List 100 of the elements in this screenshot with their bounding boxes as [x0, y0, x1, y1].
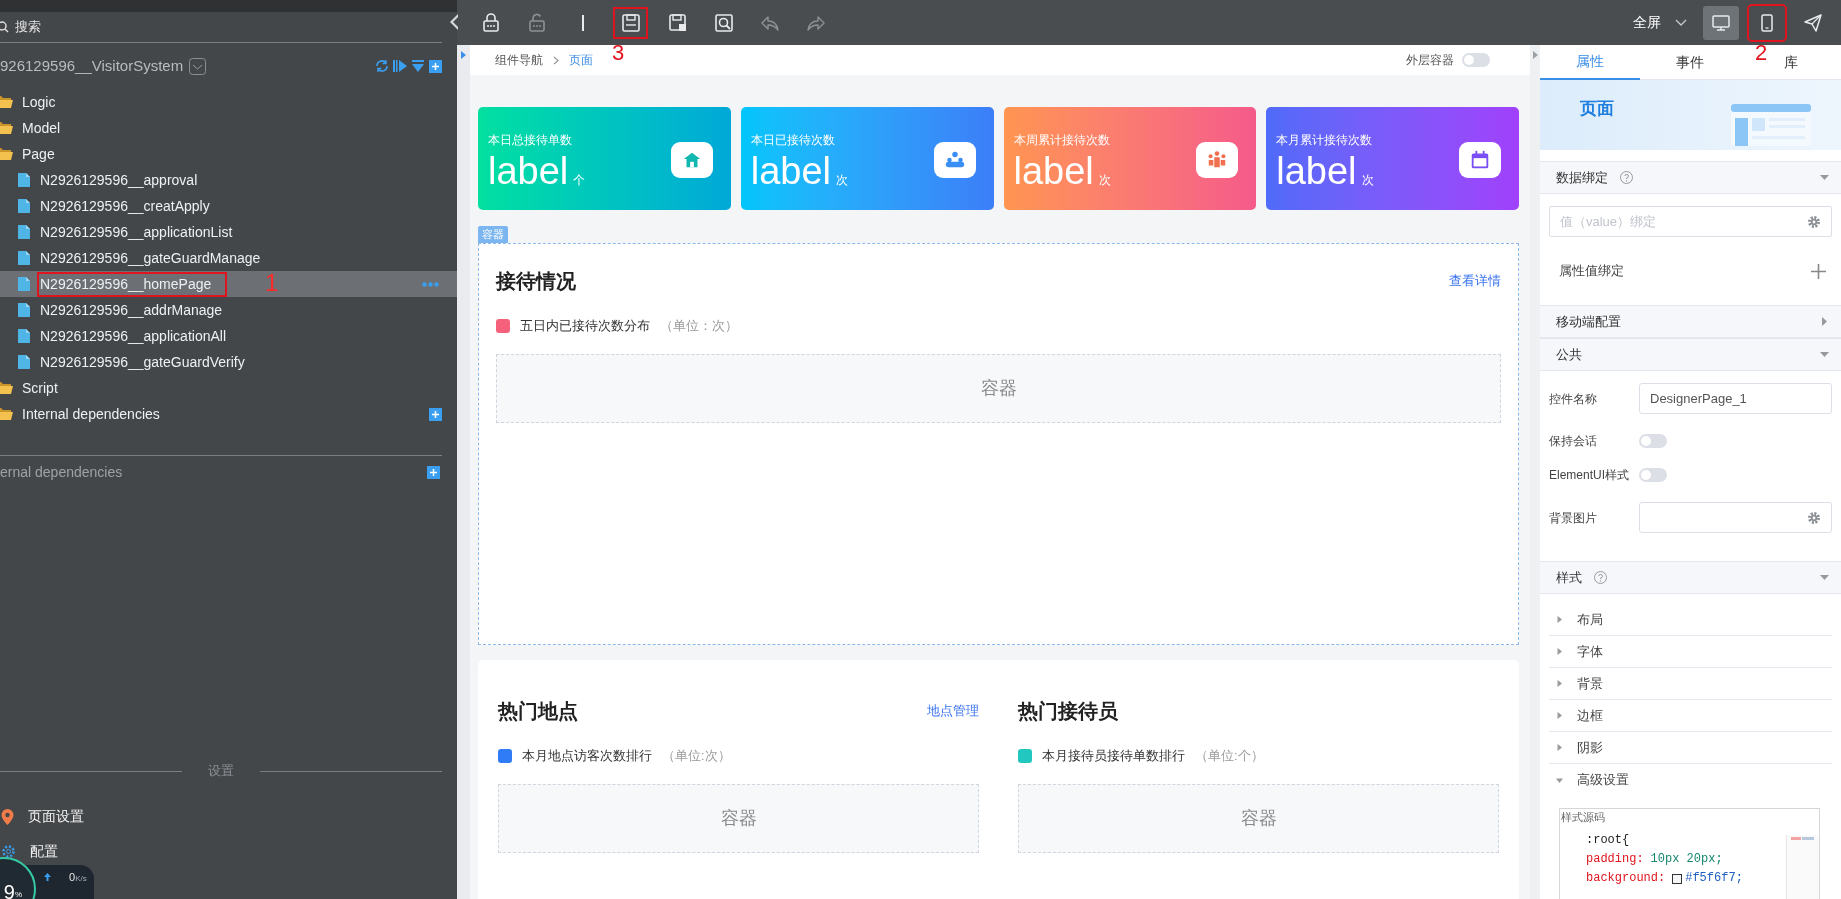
- tree-row[interactable]: N2926129596__creatApply: [0, 193, 457, 219]
- tree-item-label[interactable]: N2926129596__gateGuardVerify: [39, 351, 246, 373]
- field-label: ElementUI样式: [1549, 467, 1631, 484]
- chevron-down-icon: [1675, 19, 1687, 26]
- tree-row[interactable]: Internal dependencies: [0, 401, 457, 427]
- container-drop-zone[interactable]: 容器: [496, 353, 1501, 423]
- send-icon: [1804, 13, 1822, 32]
- section-header[interactable]: 移动端配置: [1540, 305, 1841, 338]
- tree-item-label[interactable]: N2926129596__creatApply: [39, 195, 211, 217]
- gear-icon: [1, 844, 16, 859]
- section-label: ernal dependencies: [0, 463, 123, 482]
- card-unit: 次: [836, 172, 849, 189]
- field-label: 背景图片: [1549, 509, 1598, 527]
- panel-tab[interactable]: 事件: [1666, 45, 1715, 80]
- dropdown-icon[interactable]: [189, 57, 207, 75]
- legend-unit: （单位:个）: [1195, 747, 1264, 765]
- section-header[interactable]: 数据绑定: [1540, 161, 1841, 194]
- search-icon: [0, 21, 9, 33]
- upload-icon: [44, 873, 51, 881]
- folder-icon: [0, 407, 13, 421]
- help-icon: [1594, 571, 1607, 584]
- container-tag: 容器: [478, 226, 508, 243]
- toggle-switch[interactable]: [1462, 53, 1490, 67]
- style-group[interactable]: 高级设置: [1549, 764, 1832, 796]
- save-button[interactable]: [615, 8, 646, 37]
- file-icon: [18, 173, 30, 187]
- code-editor[interactable]: 样式源码 :root{ padding: 10px 20px; background: #f5f6f7;: [1559, 808, 1820, 899]
- style-group[interactable]: 布局: [1549, 604, 1832, 636]
- tree-item-label[interactable]: Script: [21, 377, 59, 399]
- tree-item-label[interactable]: Page: [21, 143, 56, 165]
- tree-item-label[interactable]: N2926129596__approval: [39, 169, 199, 191]
- preview-icon: [714, 12, 734, 33]
- file-icon: [18, 251, 30, 265]
- view-details-link[interactable]: 查看详情: [1449, 271, 1501, 291]
- tree-row[interactable]: N2926129596__applicationAll: [0, 323, 457, 349]
- view-mode-dropdown[interactable]: 全屏: [1633, 12, 1687, 33]
- panel-tab[interactable]: 库: [1773, 45, 1808, 80]
- tree-row[interactable]: N2926129596__gateGuardManage: [0, 245, 457, 271]
- tree-row[interactable]: N2926129596__homePage 1: [0, 271, 457, 297]
- toggle-switch[interactable]: [1639, 468, 1667, 482]
- section-header[interactable]: 公共: [1540, 338, 1841, 371]
- style-group[interactable]: 背景: [1549, 668, 1832, 700]
- tree-row[interactable]: N2926129596__applicationList: [0, 219, 457, 245]
- play-icon[interactable]: [393, 59, 407, 73]
- tree-item-label[interactable]: N2926129596__gateGuardManage: [39, 247, 262, 269]
- breadcrumb-link[interactable]: 组件导航: [495, 51, 543, 69]
- caret-down-icon: [1556, 776, 1563, 784]
- style-group[interactable]: 字体: [1549, 636, 1832, 668]
- breadcrumb-link[interactable]: 页面: [569, 51, 593, 69]
- card-value: label: [488, 149, 569, 193]
- add-icon[interactable]: [429, 407, 442, 421]
- expand-icon[interactable]: [461, 51, 466, 59]
- tree-row[interactable]: N2926129596__gateGuardVerify: [0, 349, 457, 375]
- container-drop-zone[interactable]: 容器: [498, 783, 979, 853]
- caret-right-icon: [1556, 616, 1563, 623]
- card-unit: 个: [573, 172, 586, 189]
- more-icon[interactable]: [422, 281, 439, 287]
- mobile-view-button[interactable]: [1749, 5, 1785, 40]
- tree-item-label[interactable]: N2926129596__applicationAll: [39, 325, 228, 347]
- unlock-icon: [527, 12, 547, 33]
- add-icon[interactable]: [429, 59, 442, 73]
- tree-row[interactable]: Script: [0, 375, 457, 401]
- section-header[interactable]: 样式: [1540, 561, 1841, 594]
- legend-label: 本月地点访客次数排行: [522, 747, 652, 765]
- manage-link[interactable]: 地点管理: [927, 701, 979, 721]
- file-icon: [18, 225, 30, 239]
- tree-item-label[interactable]: N2926129596__homePage: [39, 273, 226, 295]
- calendar-icon: [1459, 142, 1501, 178]
- tree-row[interactable]: N2926129596__addrManage: [0, 297, 457, 323]
- collapse-icon[interactable]: [450, 14, 459, 30]
- field-label: 控件名称: [1549, 390, 1598, 408]
- folder-icon: [0, 121, 13, 135]
- settings-icon[interactable]: [1807, 214, 1821, 229]
- container-drop-zone[interactable]: 容器: [1018, 783, 1499, 853]
- card-title: 本日总接待单数: [488, 132, 573, 149]
- refresh-icon[interactable]: [375, 59, 389, 73]
- tree-item-label[interactable]: Internal dependencies: [21, 403, 161, 425]
- tree-item-label[interactable]: N2926129596__addrManage: [39, 299, 224, 321]
- style-group[interactable]: 阴影: [1549, 732, 1832, 764]
- expand-icon[interactable]: [1532, 51, 1538, 59]
- search-field[interactable]: 搜索: [0, 12, 442, 43]
- section-title: 热门地点: [498, 699, 578, 724]
- desktop-view-button[interactable]: [1703, 5, 1739, 40]
- file-icon: [18, 199, 30, 213]
- toggle-switch[interactable]: [1639, 434, 1667, 448]
- tree-row[interactable]: Model: [0, 115, 457, 141]
- field-label: 保持会话: [1549, 433, 1598, 450]
- settings-icon[interactable]: [1807, 510, 1821, 525]
- tree-item-label[interactable]: Model: [21, 117, 62, 139]
- tree-row[interactable]: N2926129596__approval: [0, 167, 457, 193]
- settings-item[interactable]: 页面设置: [0, 799, 457, 834]
- style-group[interactable]: 边框: [1549, 700, 1832, 732]
- card-value: label: [750, 149, 832, 193]
- name-input[interactable]: DesignerPage_1: [1639, 383, 1832, 414]
- image-input[interactable]: [1639, 502, 1832, 533]
- tree-item-label[interactable]: Logic: [21, 91, 57, 113]
- section-title: 热门接待员: [1018, 699, 1118, 724]
- tree-item-label[interactable]: N2926129596__applicationList: [39, 221, 234, 243]
- tree-row[interactable]: Logic: [0, 89, 457, 115]
- tree-row[interactable]: Page: [0, 141, 457, 167]
